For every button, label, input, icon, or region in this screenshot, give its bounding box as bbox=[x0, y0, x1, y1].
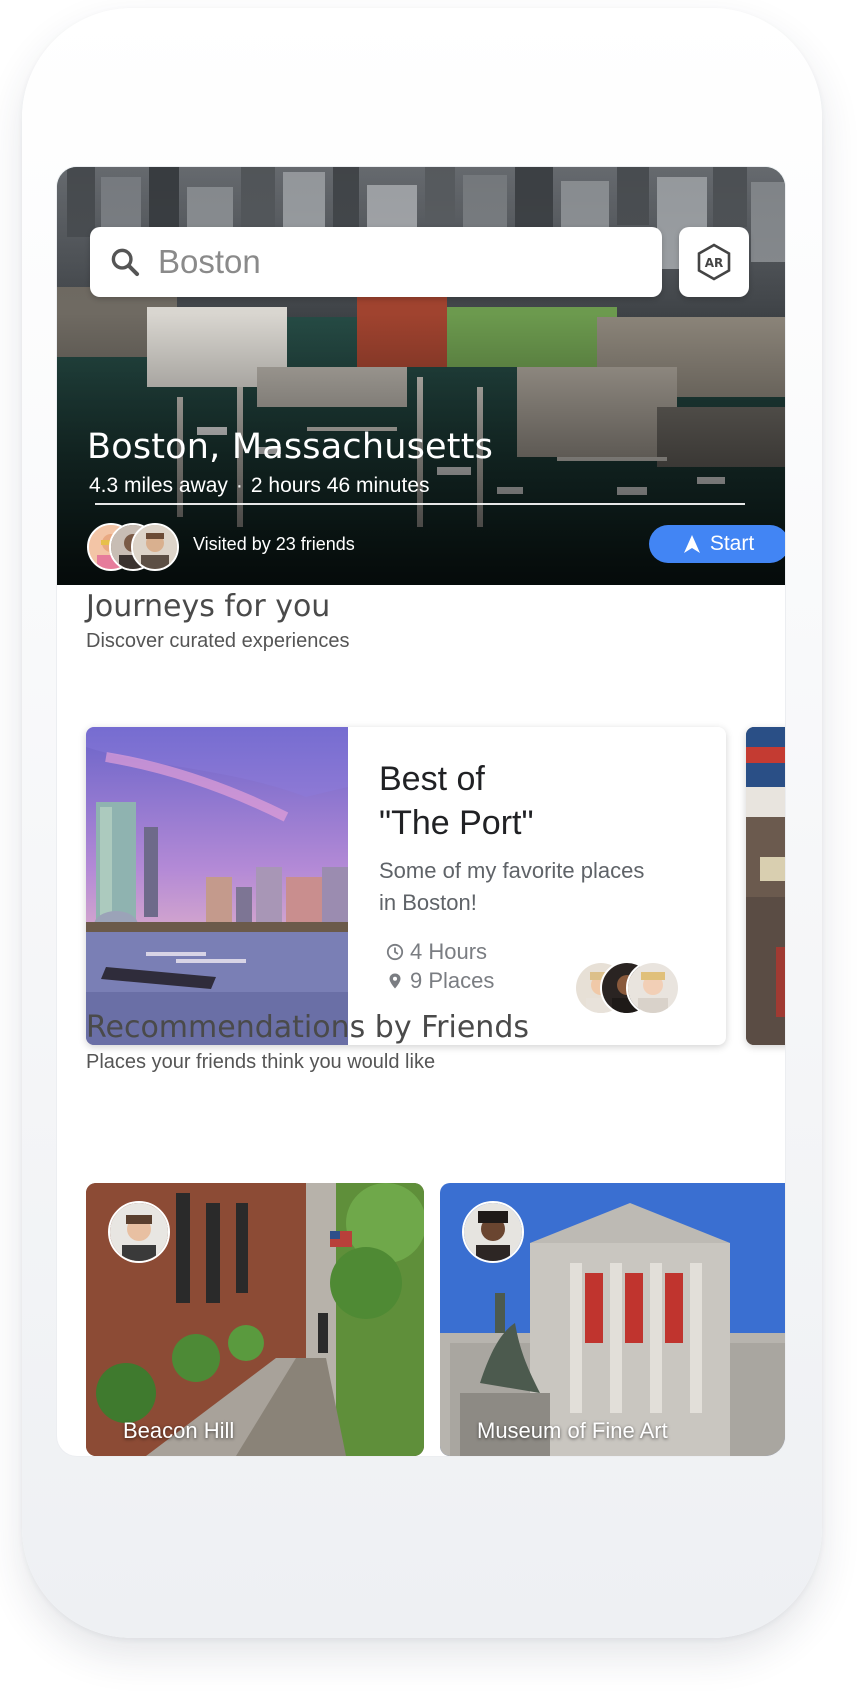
journey-places-label: 9 Places bbox=[410, 968, 495, 993]
journey-card[interactable]: Best of "The Port" Some of my favorite p… bbox=[86, 727, 726, 1045]
visited-count: Visited by 23 friends bbox=[193, 534, 355, 554]
journeys-title: Journeys for you bbox=[86, 589, 331, 624]
ar-label: AR bbox=[705, 256, 724, 270]
hero-banner[interactable]: Boston AR Boston, Massachusetts 4.3 mile… bbox=[57, 167, 785, 585]
search-icon bbox=[111, 248, 140, 277]
recommendation-card[interactable]: Museum of Fine Art bbox=[440, 1183, 785, 1456]
app-screen: Boston AR Boston, Massachusetts 4.3 mile… bbox=[57, 167, 785, 1456]
journey-image bbox=[86, 727, 348, 1045]
journey-card-next[interactable] bbox=[746, 727, 785, 1045]
friend-avatar[interactable] bbox=[462, 1201, 524, 1263]
hero-separator: · bbox=[235, 474, 243, 497]
hero-distance: 4.3 miles away bbox=[89, 474, 228, 497]
ar-icon: AR bbox=[697, 243, 731, 281]
start-button[interactable]: Start bbox=[649, 525, 785, 563]
recommendation-card[interactable]: Beacon Hill bbox=[86, 1183, 424, 1456]
start-label: Start bbox=[709, 532, 755, 555]
journey-hours: 4 Hours bbox=[386, 939, 487, 965]
journey-friend-avatars[interactable] bbox=[574, 961, 684, 1015]
clock-icon bbox=[386, 943, 404, 961]
friend-avatars[interactable] bbox=[87, 523, 197, 571]
hero-duration: 2 hours 46 minutes bbox=[250, 474, 430, 497]
journey-desc-line2: in Boston! bbox=[379, 890, 477, 915]
journey-title-line1: Best of bbox=[379, 760, 485, 798]
avatar bbox=[131, 523, 179, 571]
hero-divider bbox=[95, 503, 745, 505]
journey-places: 9 Places bbox=[386, 968, 494, 994]
journey-desc-line1: Some of my favorite places bbox=[379, 858, 645, 883]
search-input[interactable]: Boston bbox=[158, 243, 261, 281]
journey-description: Some of my favorite places in Boston! bbox=[379, 855, 679, 919]
pin-icon bbox=[389, 973, 401, 989]
avatar bbox=[626, 961, 680, 1015]
search-bar[interactable]: Boston bbox=[90, 227, 662, 297]
recommendations-subtitle: Places your friends think you would like bbox=[86, 1051, 436, 1073]
journeys-subtitle: Discover curated experiences bbox=[86, 630, 350, 652]
recommendations-title: Recommendations by Friends bbox=[86, 1010, 529, 1045]
recommendation-label: Museum of Fine Art bbox=[477, 1418, 668, 1443]
navigation-arrow-icon bbox=[683, 535, 700, 553]
ar-button[interactable]: AR bbox=[679, 227, 749, 297]
friend-avatar[interactable] bbox=[108, 1201, 170, 1263]
journey-title: Best of "The Port" bbox=[379, 757, 679, 845]
journey-hours-label: 4 Hours bbox=[410, 939, 488, 964]
recommendation-label: Beacon Hill bbox=[123, 1418, 235, 1443]
journey-next-image bbox=[746, 727, 785, 1045]
hero-meta: 4.3 miles away · 2 hours 46 minutes bbox=[89, 474, 430, 498]
hero-title: Boston, Massachusetts bbox=[87, 427, 494, 467]
journey-title-line2: "The Port" bbox=[379, 804, 534, 842]
